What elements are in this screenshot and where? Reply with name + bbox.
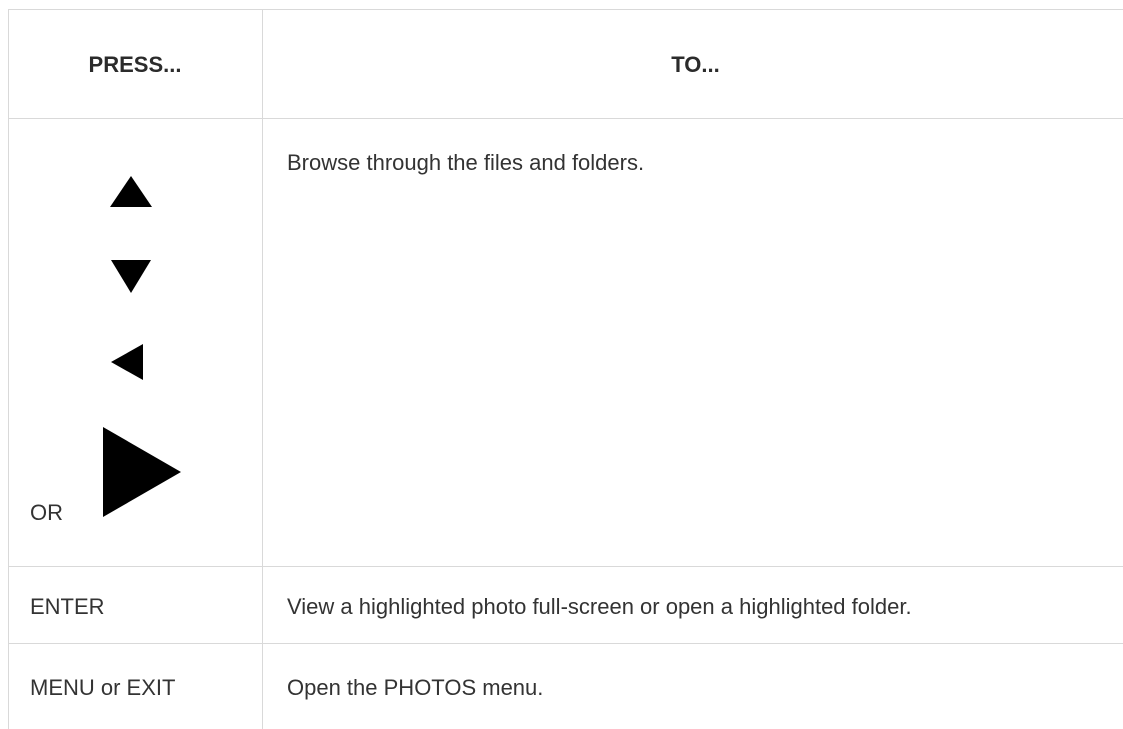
remote-key-table: PRESS... TO... OR Browse through the fil… xyxy=(8,9,1123,729)
column-divider xyxy=(262,9,263,729)
press-enter: ENTER xyxy=(30,594,105,619)
row-menu-description: Open the PHOTOS menu. xyxy=(287,675,544,700)
header-press: PRESS... xyxy=(88,52,182,77)
row-2-bottom-border xyxy=(8,643,1123,644)
header-bottom-border xyxy=(8,118,1123,119)
press-menu-exit: MENU or EXIT xyxy=(30,675,176,700)
header-to: TO... xyxy=(671,52,720,77)
down-arrow-icon xyxy=(111,260,151,293)
up-arrow-icon xyxy=(110,176,152,207)
row-1-bottom-border xyxy=(8,566,1123,567)
left-arrow-icon xyxy=(111,344,143,380)
row-browse-description: Browse through the files and folders. xyxy=(287,150,645,175)
table-left-border xyxy=(8,9,9,729)
right-arrow-icon xyxy=(103,427,181,517)
row-enter-description: View a highlighted photo full-screen or … xyxy=(287,594,912,619)
press-or-label: OR xyxy=(30,500,63,525)
table-top-border xyxy=(8,9,1123,10)
